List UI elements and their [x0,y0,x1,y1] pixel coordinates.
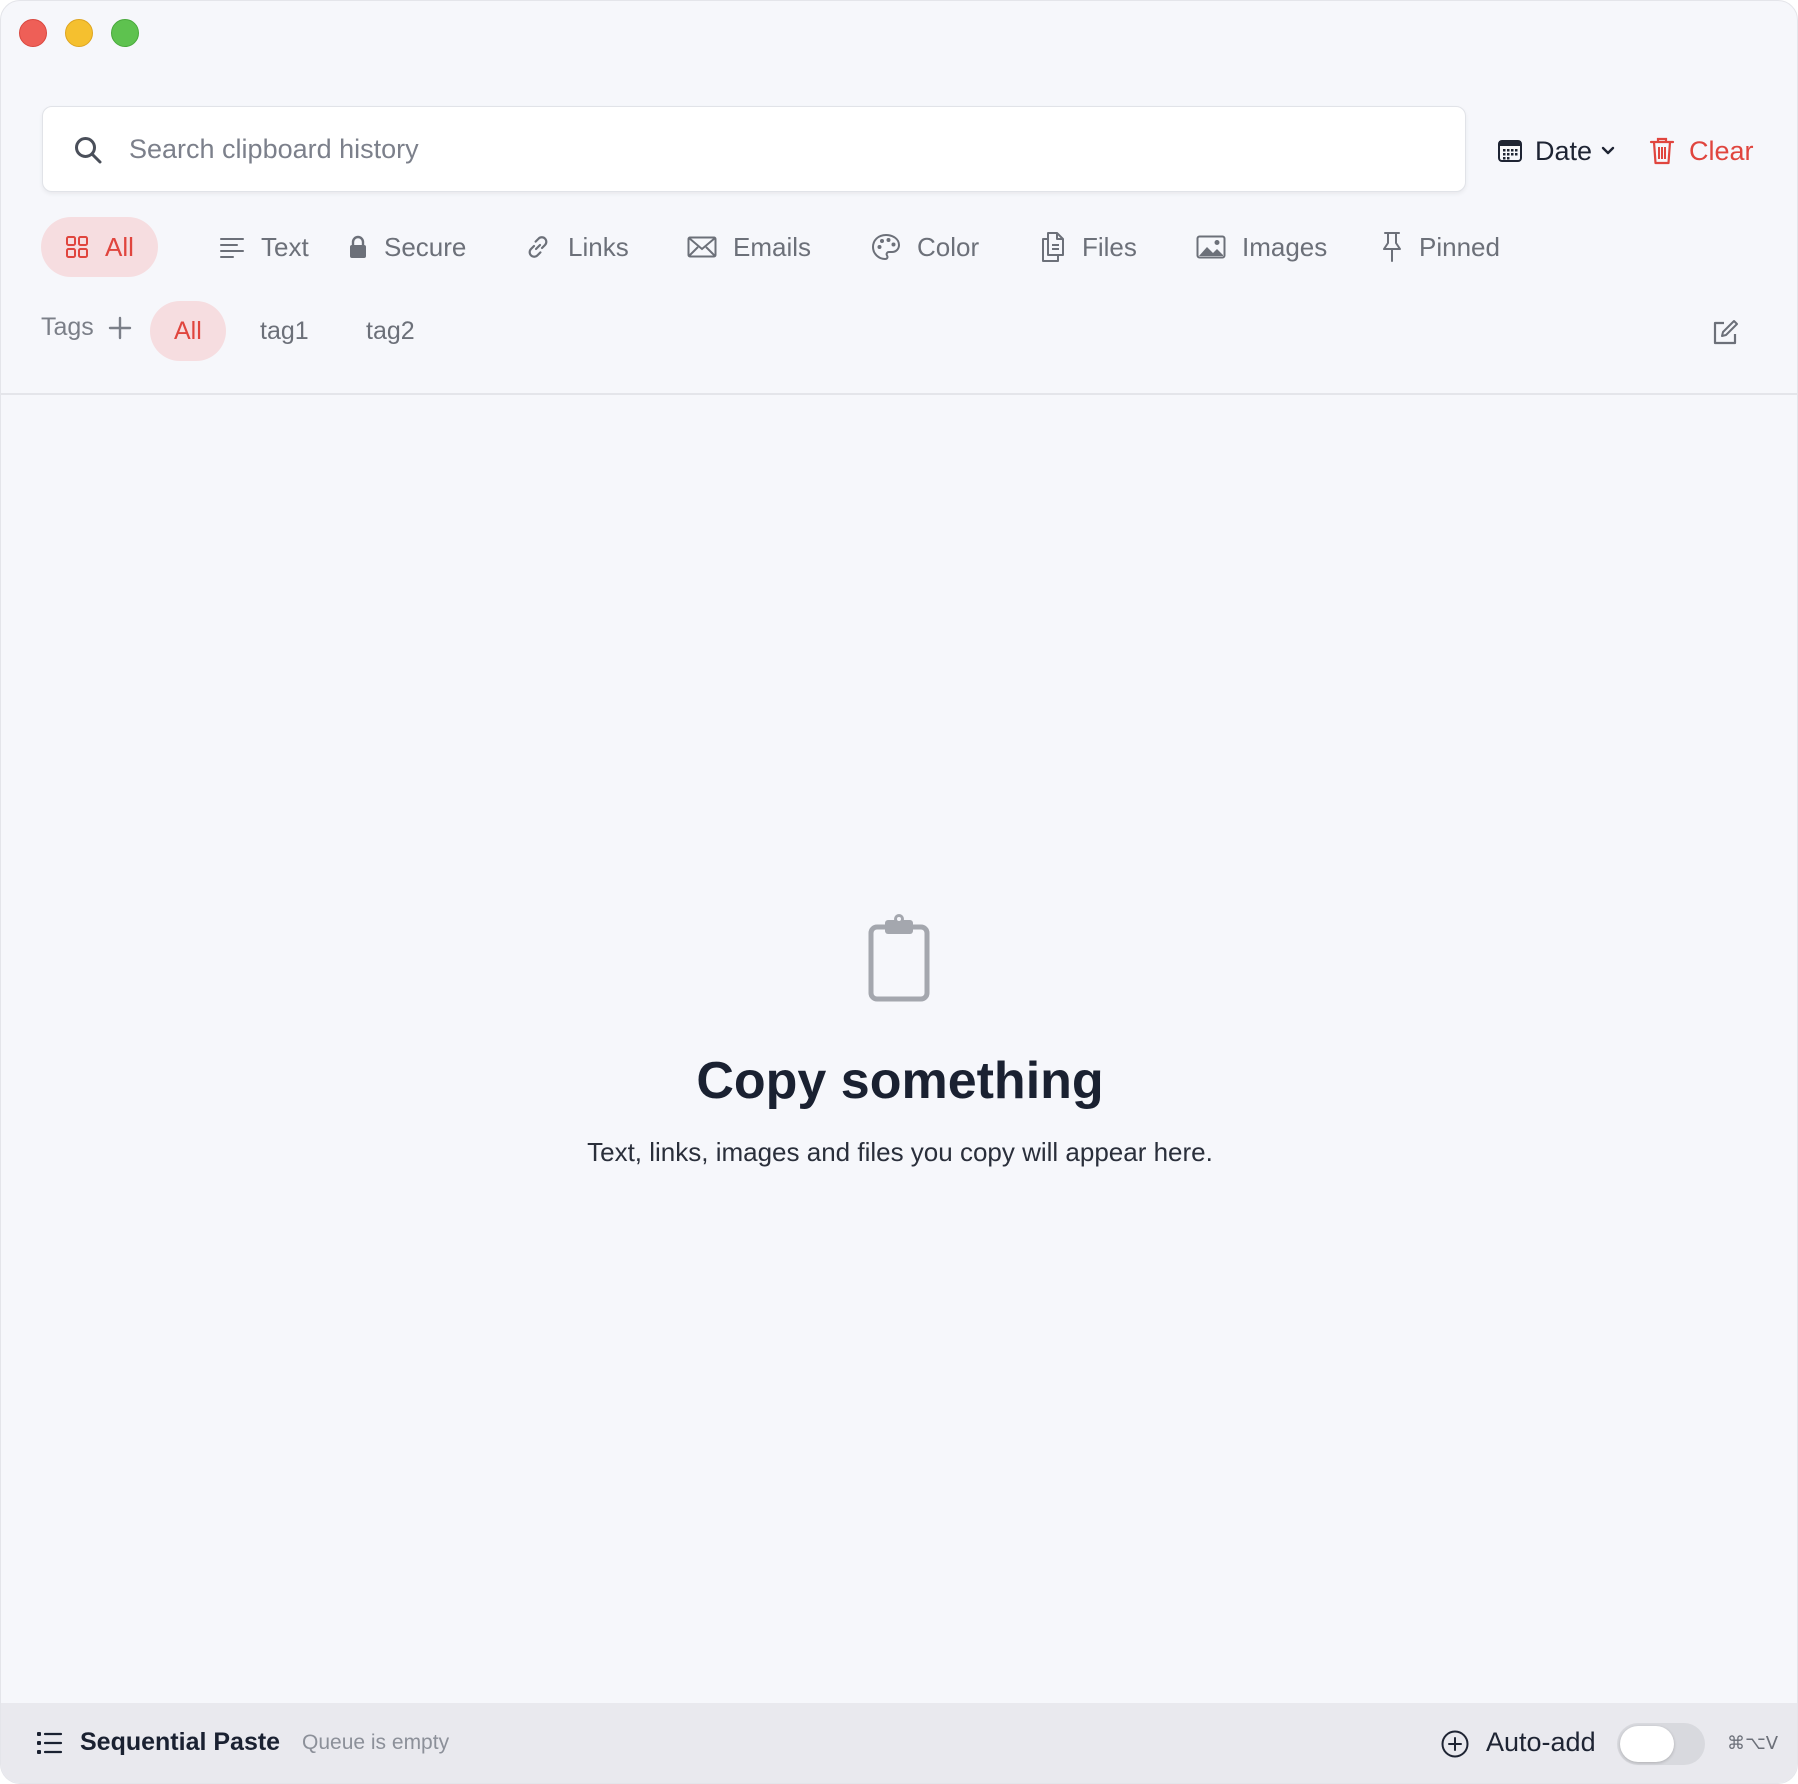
numbered-list-icon [37,1732,63,1754]
sort-date-button[interactable]: Date [1497,129,1616,173]
image-icon [1196,235,1226,259]
chevron-down-icon [1601,146,1615,155]
sequential-paste-bar: Sequential Paste Queue is empty Auto-add… [1,1703,1797,1783]
empty-state-subtitle: Text, links, images and files you copy w… [587,1137,1213,1167]
envelope-icon [687,236,717,258]
filter-files-label: Files [1082,231,1137,262]
filter-all-label: All [105,231,134,262]
search-bar [42,106,1466,192]
header-divider [1,393,1797,395]
filter-text[interactable]: Text [195,217,333,277]
text-lines-icon [220,238,244,258]
app-window: Date Clear All [0,0,1798,1784]
filter-images[interactable]: Images [1172,217,1351,277]
filter-links-label: Links [568,231,629,262]
tag-filter-tag2[interactable]: tag2 [342,301,439,361]
filter-all[interactable]: All [41,217,158,277]
window-controls [19,19,139,47]
filter-pinned-label: Pinned [1419,231,1500,262]
sort-date-label: Date [1535,135,1593,166]
filter-text-label: Text [261,231,309,262]
search-input[interactable] [129,107,1429,191]
sequential-paste-title: Sequential Paste [80,1728,281,1756]
search-icon [75,137,102,164]
filter-color[interactable]: Color [847,217,1003,277]
queue-status: Queue is empty [302,1731,450,1754]
calendar-icon [1498,140,1522,162]
link-icon [528,236,548,258]
close-window-button[interactable] [19,19,47,47]
empty-state-title: Copy something [696,1052,1104,1110]
filter-emails-label: Emails [733,231,812,262]
filter-files[interactable]: Files [1016,217,1161,277]
tags-label: Tags [41,313,94,341]
tag-filter-tag1[interactable]: tag1 [236,301,333,361]
add-tag-icon[interactable] [107,315,133,341]
plus-circle-icon[interactable] [1440,1729,1470,1759]
palette-icon [871,233,901,261]
auto-add-toggle[interactable] [1617,1723,1705,1765]
toggle-knob [1620,1726,1674,1762]
files-icon [1042,232,1064,262]
sequential-paste-shortcut: ⌘⌥V [1727,1733,1779,1754]
filter-secure[interactable]: Secure [324,217,490,277]
filter-emails[interactable]: Emails [663,217,835,277]
filter-color-label: Color [917,231,980,262]
minimize-window-button[interactable] [65,19,93,47]
trash-icon [1649,137,1675,165]
tag-filter-all[interactable]: All [150,301,226,361]
auto-add-label: Auto-add [1486,1727,1596,1757]
pin-icon [1383,232,1401,262]
edit-tags-icon[interactable] [1711,319,1739,347]
clear-label: Clear [1689,135,1754,166]
clear-history-button[interactable]: Clear [1649,129,1754,173]
filter-links[interactable]: Links [500,217,653,277]
zoom-window-button[interactable] [111,19,139,47]
lock-icon [350,235,366,258]
filter-secure-label: Secure [384,231,467,262]
filter-pinned[interactable]: Pinned [1357,217,1524,277]
clipboard-icon [868,914,930,1002]
filter-images-label: Images [1242,231,1328,262]
grid-icon [66,236,88,258]
